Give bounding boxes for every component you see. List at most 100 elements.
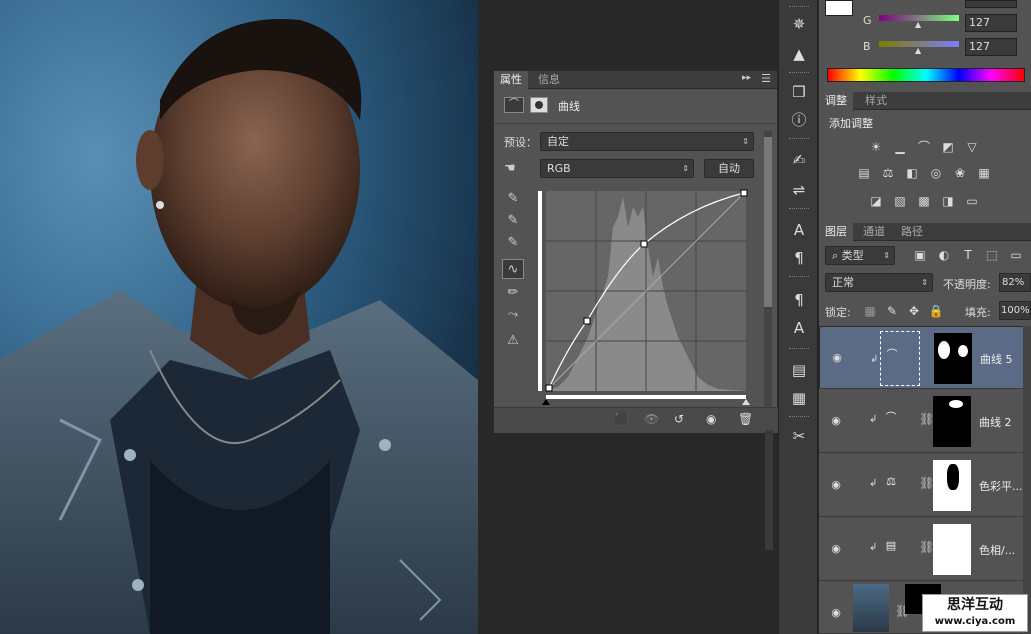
- black-white-icon[interactable]: ◧: [903, 165, 921, 181]
- layer-mask-thumb[interactable]: [933, 524, 971, 575]
- lock-all-icon[interactable]: 🔒: [927, 303, 945, 319]
- curves-adjustment-icon[interactable]: ⌒: [504, 97, 524, 113]
- eyedropper-white-icon[interactable]: ✎: [502, 233, 524, 253]
- layer-mask-thumb[interactable]: [934, 333, 972, 384]
- properties-scrollbar[interactable]: [764, 131, 772, 407]
- panel-menu-icon[interactable]: ☰: [761, 72, 771, 85]
- layer-mask-thumb[interactable]: [933, 460, 971, 511]
- tools-icon[interactable]: ✂: [787, 424, 811, 448]
- levels-icon[interactable]: ▁: [891, 139, 909, 155]
- filter-type-icon[interactable]: T: [959, 247, 977, 263]
- auto-button[interactable]: 自动: [704, 159, 754, 178]
- vibrance-icon[interactable]: ▽: [963, 139, 981, 155]
- opacity-field[interactable]: 82%: [999, 273, 1031, 292]
- preset-select[interactable]: 自定 ⇕: [540, 132, 754, 151]
- visibility-eye-icon[interactable]: ◉: [830, 351, 844, 365]
- lock-transparent-icon[interactable]: ▦: [861, 303, 879, 319]
- delete-icon[interactable]: 🗑: [738, 412, 753, 426]
- filter-smart-icon[interactable]: ▭: [1007, 247, 1025, 263]
- mask-icon[interactable]: [530, 97, 548, 113]
- link-chain-icon[interactable]: ⛓: [919, 476, 934, 490]
- layer-comps-icon[interactable]: ▦: [787, 386, 811, 410]
- paragraph-icon[interactable]: ¶: [787, 246, 811, 270]
- channel-mixer-icon[interactable]: ❀: [951, 165, 969, 181]
- filter-adjustment-icon[interactable]: ◐: [935, 247, 953, 263]
- color-spectrum[interactable]: [827, 68, 1025, 82]
- document-canvas-image[interactable]: [0, 0, 478, 634]
- layer-row[interactable]: ◉ ↲ ▤ ⛓ 色相/...: [819, 518, 1031, 581]
- filter-pixel-icon[interactable]: ▣: [911, 247, 929, 263]
- photo-filter-icon[interactable]: ◎: [927, 165, 945, 181]
- slider-thumb-icon[interactable]: ▲: [915, 46, 921, 55]
- histogram-icon[interactable]: ▲: [787, 42, 811, 66]
- info-icon[interactable]: ⓘ: [787, 108, 811, 132]
- visibility-eye-icon[interactable]: ◉: [829, 606, 843, 620]
- b-value-field[interactable]: 127: [965, 38, 1017, 56]
- brush-icon[interactable]: ✍: [787, 148, 811, 172]
- posterize-icon[interactable]: ▧: [891, 193, 909, 209]
- eyedropper-gray-icon[interactable]: ✎: [502, 211, 524, 231]
- brush-presets-icon[interactable]: ⇌: [787, 178, 811, 202]
- layer-row[interactable]: ◉ ↲ ⌒ ⛓ 曲线 2: [819, 390, 1031, 453]
- color-balance-icon[interactable]: ⚖: [879, 165, 897, 181]
- clip-arrow-icon: ↲: [869, 478, 878, 489]
- hue-saturation-icon[interactable]: ▤: [855, 165, 873, 181]
- r-value-field[interactable]: [965, 0, 1017, 8]
- gradient-map-icon[interactable]: ▭: [963, 193, 981, 209]
- targeted-adjust-icon[interactable]: ☚: [504, 161, 516, 176]
- eyedropper-black-icon[interactable]: ✎: [502, 189, 524, 209]
- canvas-scrollbar[interactable]: [765, 430, 773, 550]
- fill-field[interactable]: 100%: [999, 301, 1031, 320]
- clipping-warning-icon[interactable]: ⚠: [502, 331, 524, 351]
- selective-color-icon[interactable]: ◨: [939, 193, 957, 209]
- threshold-icon[interactable]: ▩: [915, 193, 933, 209]
- collapse-icon[interactable]: ▸▸: [742, 73, 751, 83]
- lock-pixels-icon[interactable]: ✎: [883, 303, 901, 319]
- visibility-eye-icon[interactable]: ◉: [829, 542, 843, 556]
- lock-position-icon[interactable]: ✥: [905, 303, 923, 319]
- character-icon[interactable]: A: [787, 218, 811, 242]
- filter-shape-icon[interactable]: ⬚: [983, 247, 1001, 263]
- slider-thumb-icon[interactable]: ▲: [915, 20, 921, 29]
- notes-icon[interactable]: ▤: [787, 358, 811, 382]
- brightness-icon[interactable]: ☀: [867, 139, 885, 155]
- curves-icon[interactable]: ⌒: [915, 139, 933, 155]
- g-value-field[interactable]: 127: [965, 14, 1017, 32]
- tab-adjustments[interactable]: 调整: [819, 92, 853, 110]
- visibility-eye-icon[interactable]: ◉: [829, 478, 843, 492]
- exposure-icon[interactable]: ◩: [939, 139, 957, 155]
- layer-row[interactable]: ◉ ↲ ⚖ ⛓ 色彩平...: [819, 454, 1031, 517]
- curves-graph[interactable]: [538, 187, 750, 405]
- visibility-icon[interactable]: ◉: [706, 412, 716, 426]
- link-chain-icon[interactable]: ⛓: [919, 412, 934, 426]
- link-chain-icon[interactable]: ⛓: [919, 540, 934, 554]
- layer-filter-select[interactable]: ⌕ 类型 ⇕: [825, 246, 895, 265]
- invert-icon[interactable]: ◪: [867, 193, 885, 209]
- channel-select[interactable]: RGB ⇕: [540, 159, 694, 178]
- tab-styles[interactable]: 样式: [859, 92, 893, 110]
- view-previous-icon[interactable]: 👁: [644, 412, 659, 426]
- tab-layers[interactable]: 图层: [819, 223, 853, 241]
- visibility-eye-icon[interactable]: ◉: [829, 414, 843, 428]
- grip: [789, 72, 809, 74]
- curve-point-tool-icon[interactable]: ∿: [502, 259, 524, 279]
- tab-paths[interactable]: 路径: [895, 223, 929, 241]
- character-styles-icon[interactable]: A: [787, 316, 811, 340]
- tab-channels[interactable]: 通道: [857, 223, 891, 241]
- paragraph-styles-icon[interactable]: ¶: [787, 288, 811, 312]
- smooth-icon[interactable]: ⤳: [502, 305, 524, 325]
- navigator-icon[interactable]: ✵: [787, 12, 811, 36]
- photo-layer-thumb[interactable]: [853, 584, 889, 632]
- layer-mask-thumb[interactable]: [933, 396, 971, 447]
- 3d-icon[interactable]: ❒: [787, 80, 811, 104]
- layer-row[interactable]: ◉ ↲ ⌒ 曲线 5: [819, 326, 1031, 389]
- pencil-icon[interactable]: ✏: [502, 283, 524, 303]
- foreground-swatch[interactable]: [825, 0, 853, 16]
- blend-mode-select[interactable]: 正常 ⇕: [825, 273, 933, 292]
- reset-icon[interactable]: ↺: [674, 412, 684, 426]
- color-lookup-icon[interactable]: ▦: [975, 165, 993, 181]
- tab-info[interactable]: 信息: [532, 71, 566, 89]
- clip-to-layer-icon[interactable]: ⬛: [614, 412, 629, 426]
- tab-properties[interactable]: 属性: [494, 71, 528, 89]
- layers-scrollbar[interactable]: [1023, 326, 1031, 634]
